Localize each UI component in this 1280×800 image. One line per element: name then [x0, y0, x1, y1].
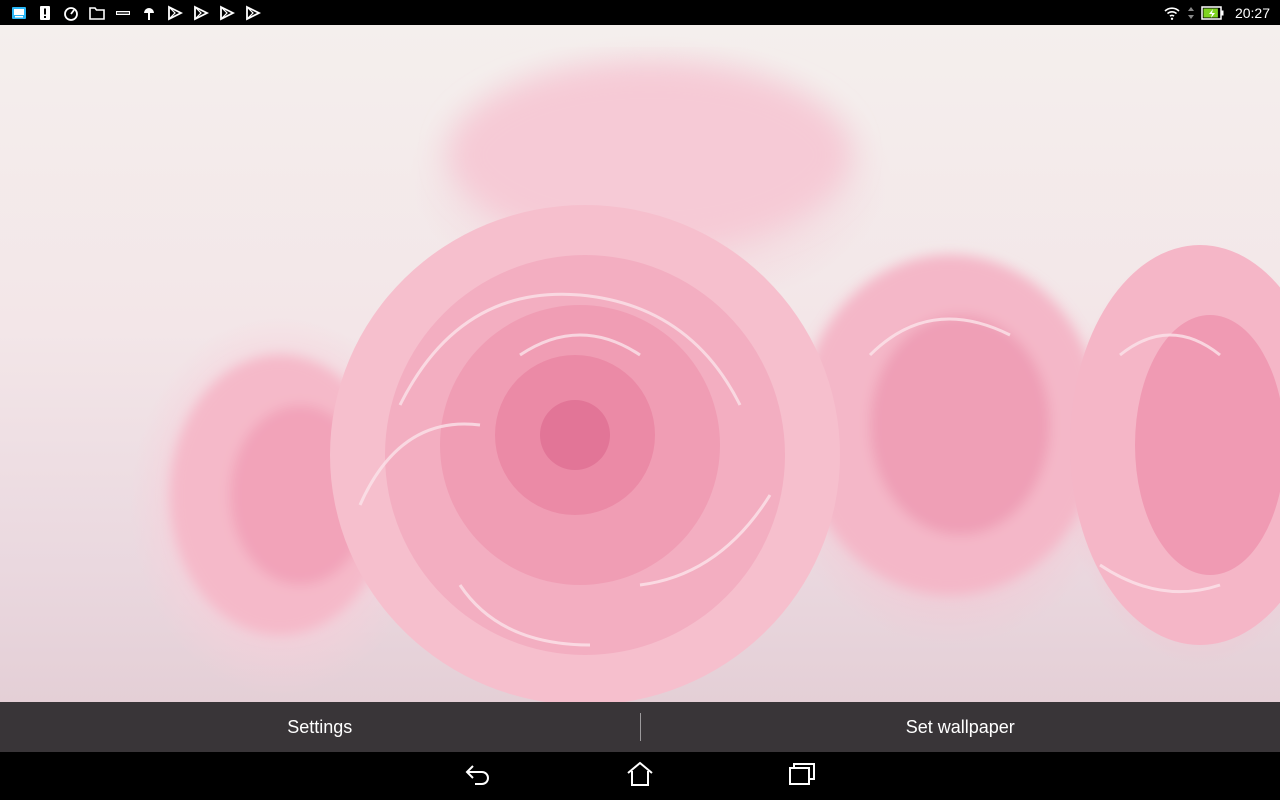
recents-button[interactable]: [780, 756, 824, 796]
navigation-bar: [0, 752, 1280, 800]
alert-icon: [36, 4, 54, 22]
wallpaper-preview[interactable]: [0, 25, 1280, 702]
asus-icon: [114, 4, 132, 22]
speed-icon: [62, 4, 80, 22]
screen-mirror-icon: [10, 4, 28, 22]
home-button[interactable]: [618, 756, 662, 796]
clock: 20:27: [1234, 4, 1270, 21]
android-debug-icon: [140, 4, 158, 22]
recents-icon: [787, 760, 817, 793]
status-bar: 20:27: [0, 0, 1280, 25]
play-store-icon: [166, 4, 184, 22]
notification-icons: [10, 4, 262, 22]
play-store-icon: [192, 4, 210, 22]
set-wallpaper-button[interactable]: Set wallpaper: [641, 702, 1280, 752]
wifi-icon: [1163, 4, 1181, 22]
back-icon: [463, 760, 493, 793]
battery-charging-icon: [1201, 4, 1225, 22]
system-icons: 20:27: [1163, 4, 1270, 22]
play-store-icon: [244, 4, 262, 22]
settings-button[interactable]: Settings: [0, 702, 640, 752]
play-store-icon: [218, 4, 236, 22]
data-arrows-icon: [1187, 4, 1195, 22]
wallpaper-action-bar: Settings Set wallpaper: [0, 702, 1280, 752]
back-button[interactable]: [456, 756, 500, 796]
folder-icon: [88, 4, 106, 22]
carnation-flowers-image: [170, 65, 1280, 702]
home-icon: [625, 760, 655, 793]
